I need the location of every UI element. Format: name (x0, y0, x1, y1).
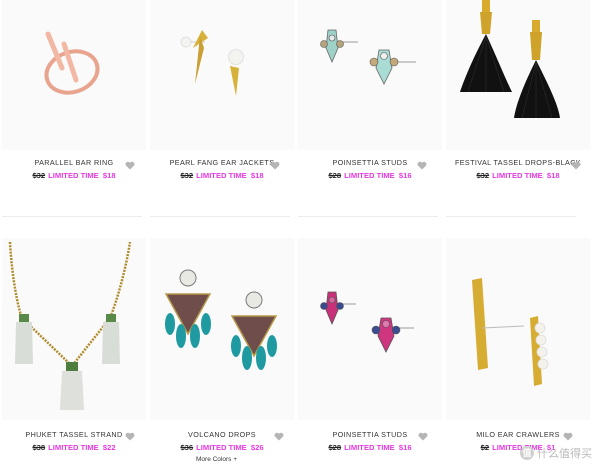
sale-price: $16 (398, 171, 412, 180)
original-price: $36 (180, 443, 194, 452)
product-price: $28 LIMITED TIME $16 (298, 443, 442, 452)
product-price: $28 LIMITED TIME $16 (298, 171, 442, 180)
product-grid: PARALLEL BAR RING $32 LIMITED TIME $18 PE… (0, 0, 600, 467)
sale-price: $16 (398, 443, 412, 452)
heart-icon[interactable] (571, 161, 581, 170)
original-price: $32 (32, 171, 46, 180)
promo-label: LIMITED TIME (196, 171, 247, 180)
original-price: $38 (32, 443, 46, 452)
original-price: $2 (480, 443, 490, 452)
promo-label: LIMITED TIME (48, 443, 99, 452)
heart-icon[interactable] (274, 432, 284, 441)
original-price: $32 (180, 171, 194, 180)
promo-label: LIMITED TIME (344, 443, 395, 452)
product-image-studs[interactable] (298, 0, 442, 150)
product-image-ring[interactable] (2, 0, 146, 150)
product-image-studs-pink[interactable] (298, 238, 442, 420)
promo-label: LIMITED TIME (48, 171, 99, 180)
product-image-tassel-drops[interactable] (446, 0, 590, 150)
heart-icon[interactable] (125, 161, 135, 170)
sale-price: $26 (250, 443, 264, 452)
product-price: $38 LIMITED TIME $22 (2, 443, 146, 452)
original-price: $28 (328, 443, 342, 452)
sale-price: $18 (546, 171, 560, 180)
row-divider (2, 216, 142, 217)
original-price: $28 (328, 171, 342, 180)
watermark: 值 什么值得买 (520, 445, 592, 461)
watermark-text: 什么值得买 (537, 448, 592, 460)
product-price: $32 LIMITED TIME $18 (2, 171, 146, 180)
product-image-ear-crawlers[interactable] (446, 238, 590, 420)
heart-icon[interactable] (270, 161, 280, 170)
promo-label: LIMITED TIME (344, 171, 395, 180)
watermark-badge-icon: 值 (520, 446, 534, 460)
more-colors-link[interactable]: More Colors + (196, 456, 237, 463)
original-price: $32 (476, 171, 490, 180)
product-price: $32 LIMITED TIME $18 (150, 171, 294, 180)
promo-label: LIMITED TIME (492, 171, 543, 180)
sale-price: $18 (250, 171, 264, 180)
product-image-tassel-strand[interactable] (2, 238, 146, 420)
product-price: $36 LIMITED TIME $26 (150, 443, 294, 452)
product-price: $32 LIMITED TIME $18 (446, 171, 590, 180)
row-divider (446, 216, 576, 217)
promo-label: LIMITED TIME (196, 443, 247, 452)
sale-price: $18 (102, 171, 116, 180)
heart-icon[interactable] (125, 432, 135, 441)
row-divider (150, 216, 290, 217)
heart-icon[interactable] (418, 432, 428, 441)
product-title[interactable]: VOLCANO DROPS (150, 430, 294, 439)
heart-icon[interactable] (417, 161, 427, 170)
product-image-ear-jackets[interactable] (150, 0, 294, 150)
row-divider (298, 216, 438, 217)
heart-icon[interactable] (563, 432, 573, 441)
sale-price: $22 (102, 443, 116, 452)
product-image-volcano-drops[interactable] (150, 238, 294, 420)
product-title[interactable]: FESTIVAL TASSEL DROPS-BLACK (446, 158, 590, 167)
